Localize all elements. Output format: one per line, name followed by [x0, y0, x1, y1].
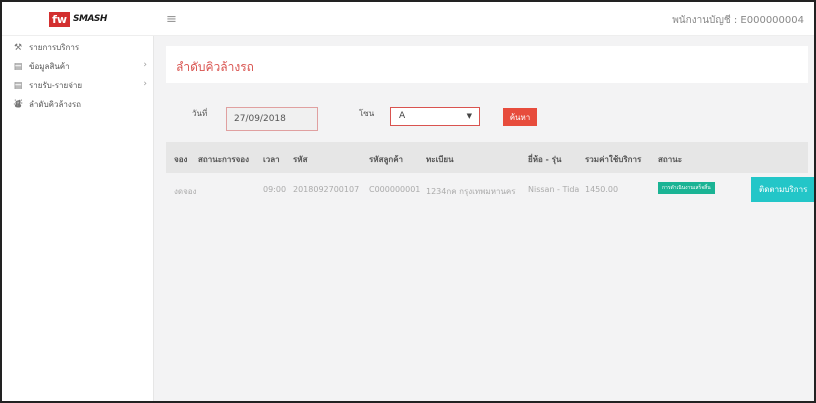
- date-label: วันที่: [192, 109, 208, 118]
- customer-code-cell: C000000001: [369, 185, 421, 194]
- booking-cell: งดจอง: [174, 187, 197, 196]
- time-cell: 09:00: [263, 185, 287, 194]
- car-icon: ⛇: [13, 100, 23, 110]
- app-window: fw SMASH ≡ พนักงานบัญชี : E000000004 ⚒ ร…: [0, 0, 816, 403]
- page-title: ลำดับคิวล้างรถ: [176, 60, 254, 74]
- tool-icon: ⚒: [13, 42, 23, 53]
- sidebar-item-label: ข้อมูลสินค้า: [29, 62, 70, 71]
- total-cell: 1450.00: [585, 185, 619, 194]
- status-badge: การดำเนินงานเสร็จสิ้น: [658, 182, 715, 194]
- title-card: ลำดับคิวล้างรถ: [166, 46, 808, 83]
- column-header: รหัสลูกค้า: [369, 155, 404, 164]
- chevron-right-icon: ›: [143, 60, 147, 70]
- top-bar: fw SMASH ≡ พนักงานบัญชี : E000000004: [2, 2, 814, 36]
- column-header: เวลา: [263, 155, 280, 164]
- bar-chart-icon: ▤: [13, 80, 23, 91]
- hamburger-icon[interactable]: ≡: [166, 12, 177, 27]
- bar-chart-icon: ▤: [13, 61, 23, 72]
- table-row: งดจอง 09:00 2018092700107 C000000001 123…: [166, 173, 814, 205]
- track-service-button[interactable]: ติดตามบริการ: [751, 177, 814, 202]
- sidebar-item-income-expense[interactable]: ▤ รายรับ-รายจ่าย ›: [2, 76, 153, 95]
- column-header: ยี่ห้อ - รุ่น: [528, 155, 562, 164]
- plate-cell: 1234กค กรุงเทพมหานคร: [426, 187, 516, 196]
- search-button[interactable]: ค้นหา: [503, 108, 537, 126]
- zone-select[interactable]: A ▼: [390, 107, 480, 126]
- column-header: สถานะ: [658, 155, 682, 164]
- sidebar-item-label: รายรับ-รายจ่าย: [29, 81, 83, 90]
- sidebar-item-wash-queue[interactable]: ⛇ ลำดับคิวล้างรถ: [2, 95, 153, 114]
- sidebar-item-products[interactable]: ▤ ข้อมูลสินค้า ›: [2, 57, 153, 76]
- column-header: ทะเบียน: [426, 155, 454, 164]
- column-header: สถานะการจอง: [198, 155, 250, 164]
- logo-wordmark: SMASH: [73, 14, 107, 24]
- table-header: จอง สถานะการจอง เวลา รหัส รหัสลูกค้า ทะเ…: [166, 142, 808, 173]
- chevron-right-icon: ›: [143, 79, 147, 89]
- brand[interactable]: fw SMASH: [2, 2, 154, 36]
- queue-table: จอง สถานะการจอง เวลา รหัส รหัสลูกค้า ทะเ…: [166, 142, 814, 205]
- user-label: พนักงานบัญชี : E000000004: [672, 15, 804, 26]
- sidebar-item-label: รายการบริการ: [29, 43, 80, 52]
- logo: fw SMASH: [49, 11, 107, 27]
- caret-down-icon: ▼: [466, 112, 472, 120]
- main-content: ลำดับคิวล้างรถ วันที่ 27/09/2018 โซน A ▼…: [154, 36, 814, 401]
- zone-select-value: A: [399, 111, 406, 121]
- sidebar-item-services[interactable]: ⚒ รายการบริการ: [2, 38, 153, 57]
- zone-label: โซน: [359, 109, 375, 118]
- column-header: รหัส: [293, 155, 308, 164]
- sidebar-item-label: ลำดับคิวล้างรถ: [29, 100, 81, 109]
- date-field[interactable]: 27/09/2018: [226, 107, 318, 131]
- logo-badge: fw: [49, 11, 71, 27]
- column-header: รวมค่าใช้บริการ: [585, 155, 642, 164]
- code-cell: 2018092700107: [293, 185, 360, 194]
- column-header: จอง: [174, 155, 188, 164]
- brand-model-cell: Nissan - Tida: [528, 185, 580, 194]
- sidebar: ⚒ รายการบริการ ▤ ข้อมูลสินค้า › ▤ รายรับ…: [2, 36, 154, 401]
